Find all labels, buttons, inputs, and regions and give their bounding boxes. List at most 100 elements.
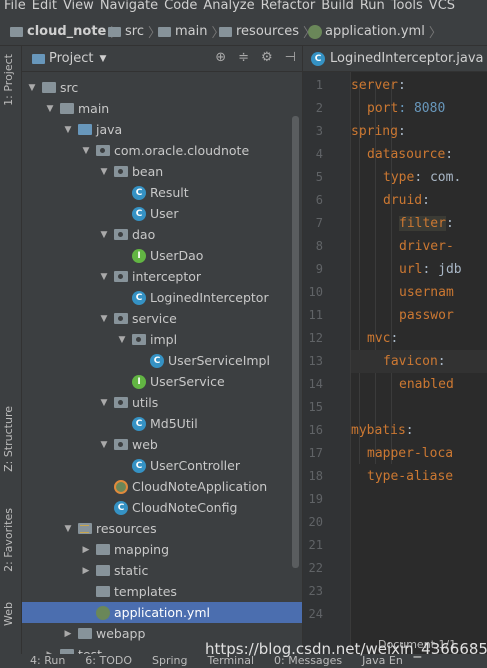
menu-item-analyze[interactable]: Analyze [203,0,254,12]
chevron-down-icon[interactable]: ▼ [62,125,74,135]
tree-item-label: UserServiceImpl [168,353,270,368]
code-line: passwor [399,308,454,323]
chevron-right-icon[interactable]: ▶ [80,566,92,576]
tree-item[interactable]: I UserDao [22,245,302,266]
breadcrumb-application-yml[interactable]: application.yml 〉 [308,22,446,41]
tree-item-label: User [150,206,179,221]
chevron-down-icon[interactable]: ▼ [98,230,110,240]
line-number: 19 [308,492,323,506]
chevron-right-icon[interactable]: ▶ [62,629,74,639]
tree-item[interactable]: C Md5Util [22,413,302,434]
package-icon [114,439,128,450]
breadcrumb-resources[interactable]: resources 〉 [219,22,320,41]
chevron-down-icon[interactable]: ▼ [98,398,110,408]
chevron-right-icon[interactable]: ▶ [80,545,92,555]
chevron-down-icon[interactable]: ▼ [98,314,110,324]
bottom-tab[interactable]: 4: Run [30,654,65,667]
breadcrumb-src[interactable]: src 〉 [108,22,165,41]
tree-item[interactable]: C UserController [22,455,302,476]
chevron-down-icon[interactable]: ▼ [80,146,92,156]
locate-icon[interactable]: ⊕ [215,50,226,65]
menu-item-view[interactable]: View [63,0,94,12]
tree-item-label: bean [132,164,164,179]
tree-item-label: resources [96,521,157,536]
chevron-down-icon[interactable]: ▼ [98,272,110,282]
code-line: usernam [399,285,454,300]
tree-item-label: java [96,122,123,137]
tree-item[interactable]: application.yml [22,602,302,623]
collapse-icon[interactable]: ≑ [238,50,249,65]
tree-item[interactable]: ▼ impl [22,329,302,350]
menu-item-edit[interactable]: Edit [32,0,57,12]
folder-icon [42,82,56,93]
tree-item[interactable]: C Result [22,182,302,203]
tree-item[interactable]: ▼ resources [22,518,302,539]
tree-item[interactable]: C CloudNoteConfig [22,497,302,518]
chevron-down-icon[interactable]: ▼ [98,440,110,450]
tree-item[interactable]: CloudNoteApplication [22,476,302,497]
tree-item-label: application.yml [114,605,210,620]
line-number: 5 [315,170,323,184]
tab-structure[interactable]: Z: Structure [2,406,15,472]
tree-item-label: UserService [150,374,225,389]
code-area[interactable]: server: port: 8080 spring: datasource: type:… [351,72,487,668]
chevron-down-icon[interactable]: ▼ [116,335,128,345]
line-number: 8 [315,239,323,253]
menu-item-refactor[interactable]: Refactor [261,0,316,12]
tree-item[interactable]: C User [22,203,302,224]
tree-item[interactable]: ▼ utils [22,392,302,413]
gear-icon[interactable]: ⚙ [261,50,273,65]
hide-icon[interactable]: ⊣ [285,50,296,65]
tree-item[interactable]: ▼ bean [22,161,302,182]
java-class-icon: C [132,416,146,431]
code-line: mybatis: [351,423,414,438]
menu-item-build[interactable]: Build [321,0,354,12]
tab-web[interactable]: Web [2,602,15,626]
tree-item[interactable]: ▼ java [22,119,302,140]
tree-item[interactable]: ▼ dao [22,224,302,245]
chevron-down-icon[interactable]: ▼ [62,524,74,534]
code-line: datasource: [367,147,454,162]
tree-item[interactable]: templates [22,581,302,602]
bottom-tab[interactable]: 6: TODO [85,654,132,667]
source-folder-icon [78,124,92,135]
package-icon [114,313,128,324]
menu-item-code[interactable]: Code [164,0,197,12]
breadcrumb-main[interactable]: main 〉 [158,22,229,41]
tree-item[interactable]: C LoginedInterceptor [22,287,302,308]
tree-item-label: mapping [114,542,170,557]
package-icon [132,334,146,345]
menu-item-file[interactable]: File [4,0,26,12]
editor-tab[interactable]: C LoginedInterceptor.java [303,46,487,72]
tree-item[interactable]: ▼ web [22,434,302,455]
menu-item-tools[interactable]: Tools [391,0,423,12]
tree-item[interactable]: I UserService [22,371,302,392]
menu-item-vcs[interactable]: VCS [429,0,455,12]
folder-icon [10,26,23,37]
chevron-down-icon[interactable]: ▼ [26,83,38,93]
tree-item[interactable]: ▼ main [22,98,302,119]
tree-item[interactable]: ▼ interceptor [22,266,302,287]
tab-favorites[interactable]: 2: Favorites [2,508,15,572]
line-number: 17 [308,446,323,460]
chevron-down-icon[interactable]: ▼ [98,167,110,177]
editor-panel: C LoginedInterceptor.java 1 2 3 4 5 6 7 8 9 10 11 1… [302,46,487,668]
tree-item[interactable]: ▶ static [22,560,302,581]
tree-item[interactable]: ▼ service [22,308,302,329]
java-class-icon: C [132,206,146,221]
tree-item[interactable]: ▶ mapping [22,539,302,560]
tab-project[interactable]: 1: Project [2,54,15,106]
tree-item[interactable]: C UserServiceImpl [22,350,302,371]
chevron-down-icon[interactable]: ▼ [99,54,106,64]
tree-item-label: service [132,311,177,326]
menu-item-navigate[interactable]: Navigate [100,0,158,12]
tree-item-label: web [132,437,158,452]
tree-scrollbar[interactable] [292,116,299,568]
tree-item[interactable]: ▼ src [22,77,302,98]
menu-item-run[interactable]: Run [360,0,385,12]
tree-item-label: Md5Util [150,416,198,431]
line-number: 1 [315,78,323,92]
chevron-down-icon[interactable]: ▼ [44,104,56,114]
tree-item[interactable]: ▼ com.oracle.cloudnote [22,140,302,161]
bottom-tab[interactable]: Spring [152,654,188,667]
